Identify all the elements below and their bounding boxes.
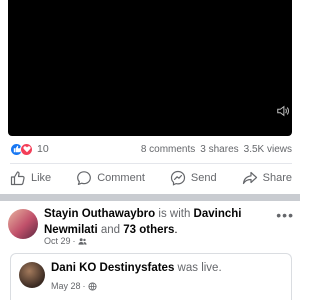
others-link[interactable]: 73 others	[123, 224, 174, 236]
globe-icon	[87, 281, 97, 291]
post-stats: 10 8 comments 3 shares 3.5K views	[10, 141, 292, 157]
video-player[interactable]	[8, 0, 292, 136]
comment-button[interactable]: Comment	[76, 170, 145, 186]
post-meta: Oct 29 ·	[44, 236, 87, 246]
and-text: and	[97, 224, 124, 236]
love-reaction-icon	[20, 142, 33, 156]
shared-title: Dani KO Destinysfates was live.	[51, 262, 222, 274]
more-options-button[interactable]: •••	[276, 207, 294, 223]
like-label: Like	[31, 172, 52, 184]
share-icon	[242, 171, 257, 185]
avatar[interactable]	[19, 262, 45, 288]
post-header: Stayin Outhawaybro is with Davinchi Newm…	[0, 201, 300, 253]
shared-author[interactable]: Dani KO Destinysfates	[51, 262, 174, 274]
post-date[interactable]: Oct 29	[44, 236, 71, 246]
card-edge	[292, 0, 300, 136]
author-name[interactable]: Stayin Outhawaybro	[44, 208, 155, 220]
friends-icon	[77, 237, 87, 245]
with-text: is with	[155, 208, 194, 220]
shared-meta: May 28 ·	[51, 281, 97, 291]
post-title: Stayin Outhawaybro is with Davinchi Newm…	[44, 206, 274, 238]
views-count: 3.5K views	[243, 143, 292, 155]
shared-post[interactable]: Dani KO Destinysfates was live. May 28 ·	[10, 253, 292, 300]
dot-separator: ·	[82, 281, 86, 291]
comments-count[interactable]: 8 comments	[141, 144, 195, 155]
feed-separator	[0, 194, 300, 201]
shares-count[interactable]: 3 shares	[200, 144, 238, 155]
avatar[interactable]	[8, 209, 38, 239]
divider	[10, 163, 292, 164]
shared-date[interactable]: May 28	[51, 281, 81, 291]
like-button[interactable]: Like	[10, 170, 51, 186]
dot-separator: ·	[72, 236, 76, 246]
send-button[interactable]: Send	[170, 170, 217, 186]
messenger-icon	[170, 170, 186, 186]
reactions[interactable]: 10	[10, 142, 49, 156]
action-bar: Like Comment Send Share	[10, 165, 292, 191]
share-label: Share	[262, 172, 292, 184]
reaction-count: 10	[37, 143, 49, 155]
live-status: was live.	[174, 262, 222, 274]
thumbs-up-icon	[10, 171, 25, 186]
period: .	[174, 224, 178, 236]
send-label: Send	[190, 172, 217, 184]
comment-icon	[77, 171, 92, 185]
comment-label: Comment	[97, 172, 145, 184]
share-button[interactable]: Share	[242, 170, 292, 186]
speaker-icon[interactable]	[276, 104, 290, 118]
